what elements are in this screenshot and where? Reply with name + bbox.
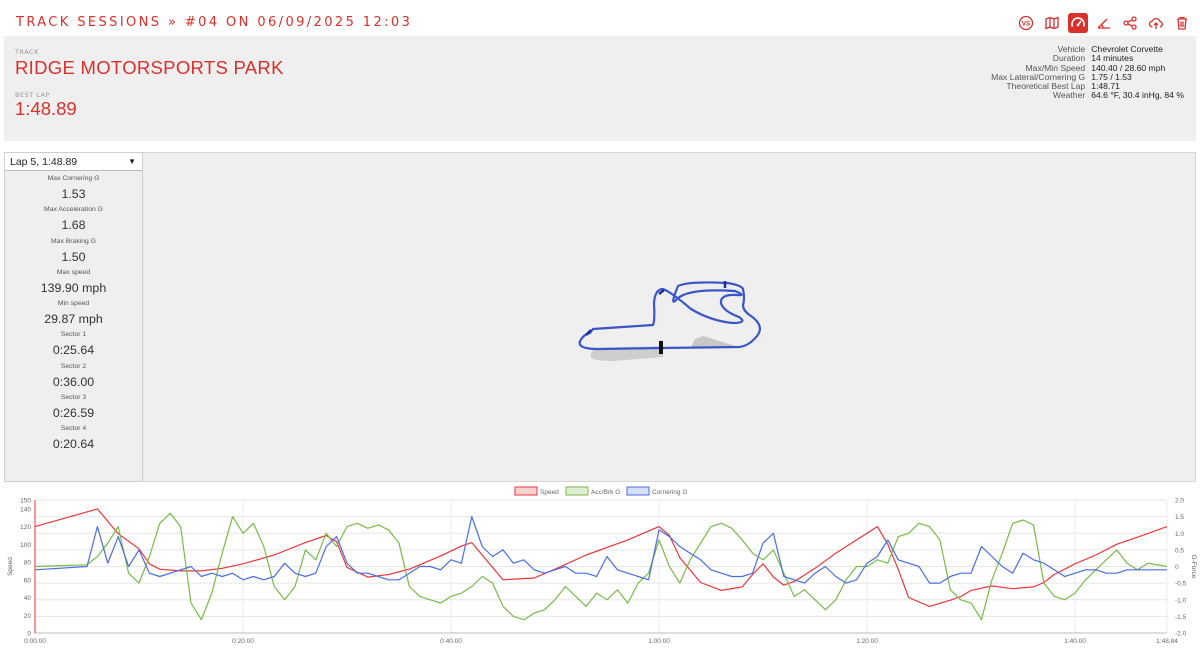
map-icon[interactable]: [1042, 13, 1062, 33]
gauge-icon[interactable]: [1068, 13, 1088, 33]
stat-value: 64.6 °F, 30.4 inHg, 84 %: [1091, 90, 1184, 101]
best-lap-value: 1:48.89: [15, 98, 77, 119]
x-tick-label: 0:00.00: [24, 638, 46, 645]
track-name: RIDGE MOTORSPORTS PARK: [15, 57, 284, 78]
x-tick-label: 1:00.00: [648, 638, 670, 645]
metric-value: 0:20.64: [52, 437, 95, 452]
y-left-tick-label: 20: [24, 613, 32, 620]
y-left-tick-label: 150: [20, 498, 31, 505]
lap-metrics-panel: Lap 5, 1:48.89 ▼ Max Cornering G 1.53 Ma…: [4, 152, 143, 482]
metric-value: 139.90 mph: [40, 280, 107, 295]
metric-value: 0:36.00: [52, 374, 95, 389]
chevron-down-icon: ▼: [128, 157, 136, 166]
y-right-tick-label: 1.5: [1175, 514, 1184, 521]
share-icon[interactable]: [1120, 13, 1140, 33]
start-finish-marker: [659, 341, 663, 354]
y-left-tick-label: 100: [20, 542, 31, 549]
metric-value: 1.53: [61, 187, 86, 201]
svg-text:VS: VS: [1022, 21, 1031, 28]
vs-icon[interactable]: VS: [1016, 13, 1036, 33]
legend-swatch: [626, 486, 650, 496]
track-outline: [578, 281, 761, 351]
track-label: TRACK: [15, 48, 39, 56]
y-left-tick-label: 60: [24, 577, 32, 584]
y-left-tick-label: 80: [24, 560, 32, 567]
x-tick-label: 1:40.00: [1064, 638, 1086, 645]
y-left-tick-label: 40: [24, 595, 32, 602]
telemetry-chart-svg: -2.0 -1.5 -1.0 -0.5 0 0.5 1.0 1.5 2.0 0 20 40 60 80 10…: [7, 486, 1197, 645]
y-left-tick-label: 140: [20, 506, 31, 513]
metrics-list: Max Cornering G 1.53 Max Acceleration G …: [5, 173, 142, 455]
legend-label: Speed: [540, 489, 559, 496]
metric-label: Max speed: [56, 268, 91, 276]
y-right-axis-title: G-Force: [1190, 555, 1197, 579]
breadcrumb[interactable]: TRACK SESSIONS » #04 ON 06/09/2025 12:03: [16, 15, 412, 30]
metric-value: 1.50: [61, 249, 86, 264]
stat-vehicle: Vehicle Chevrolet Corvette: [991, 44, 1184, 54]
pit-lane-shading: [691, 336, 739, 347]
y-right-tick-label: -1.5: [1175, 614, 1187, 621]
legend-swatch: [565, 486, 589, 496]
metric-value: 1.68: [61, 218, 86, 233]
y-left-axis-title: Speed: [7, 557, 14, 576]
metric-label: Sector 4: [60, 425, 87, 433]
y-left-tick-label: 0: [27, 631, 31, 638]
track-map[interactable]: [143, 152, 1196, 482]
y-right-tick-label: 1.0: [1175, 531, 1184, 538]
session-header: TRACK RIDGE MOTORSPORTS PARK BEST LAP 1:…: [4, 36, 1196, 141]
metric-label: Max Cornering G: [47, 175, 100, 182]
metric-label: Max Braking G: [51, 237, 96, 245]
track-map-canvas: [578, 281, 761, 361]
x-tick-label: 0:40.00: [440, 638, 462, 645]
metric-label: Min speed: [57, 300, 90, 308]
x-tick-label: 0:20.00: [232, 638, 254, 645]
y-right-tick-label: -1.0: [1175, 597, 1187, 604]
legend-label: Acc/Brk G: [591, 489, 620, 496]
action-toolbar: VS: [1016, 13, 1192, 33]
trash-icon[interactable]: [1172, 13, 1192, 33]
y-right-tick-label: 0: [1175, 564, 1179, 571]
legend-swatch: [514, 486, 538, 496]
lap-select[interactable]: Lap 5, 1:48.89 ▼: [5, 153, 142, 171]
x-tick-label: 1:20.00: [856, 638, 878, 645]
metric-label: Sector 2: [60, 362, 87, 370]
y-right-tick-label: -0.5: [1175, 581, 1187, 588]
y-left-tick-label: 120: [20, 524, 31, 531]
series-line-speed: [34, 508, 1168, 608]
metric-value: 0:26.59: [52, 406, 95, 421]
metric-label: Sector 3: [60, 394, 87, 402]
metric-label: Max Acceleration G: [44, 206, 103, 214]
y-right-tick-label: -2.0: [1175, 631, 1187, 638]
top-bar: TRACK SESSIONS » #04 ON 06/09/2025 12:03…: [0, 0, 1200, 36]
lap-select-value: Lap 5, 1:48.89: [10, 156, 78, 168]
metric-value: 29.87 mph: [44, 312, 103, 327]
stat-label: Weather: [1052, 90, 1086, 101]
y-right-tick-label: 0.5: [1175, 547, 1184, 554]
metric-label: Sector 1: [60, 331, 87, 339]
x-tick-label: 1:48.84: [1156, 638, 1178, 645]
cloud-upload-icon[interactable]: [1146, 13, 1166, 33]
sector-marker: [585, 329, 592, 336]
telemetry-chart[interactable]: -2.0 -1.5 -1.0 -0.5 0 0.5 1.0 1.5 2.0 0 20 40 60 80 10…: [0, 484, 1200, 659]
angle-icon[interactable]: [1094, 13, 1114, 33]
legend-label: Cornering G: [652, 489, 687, 496]
metric-value: 0:25.64: [52, 343, 95, 358]
y-right-tick-label: 2.0: [1175, 498, 1184, 505]
session-stats: Vehicle Chevrolet Corvette Duration 14 min…: [991, 44, 1184, 101]
stat-weather: Weather 64.6 °F, 30.4 inHg, 84 %: [991, 90, 1184, 101]
